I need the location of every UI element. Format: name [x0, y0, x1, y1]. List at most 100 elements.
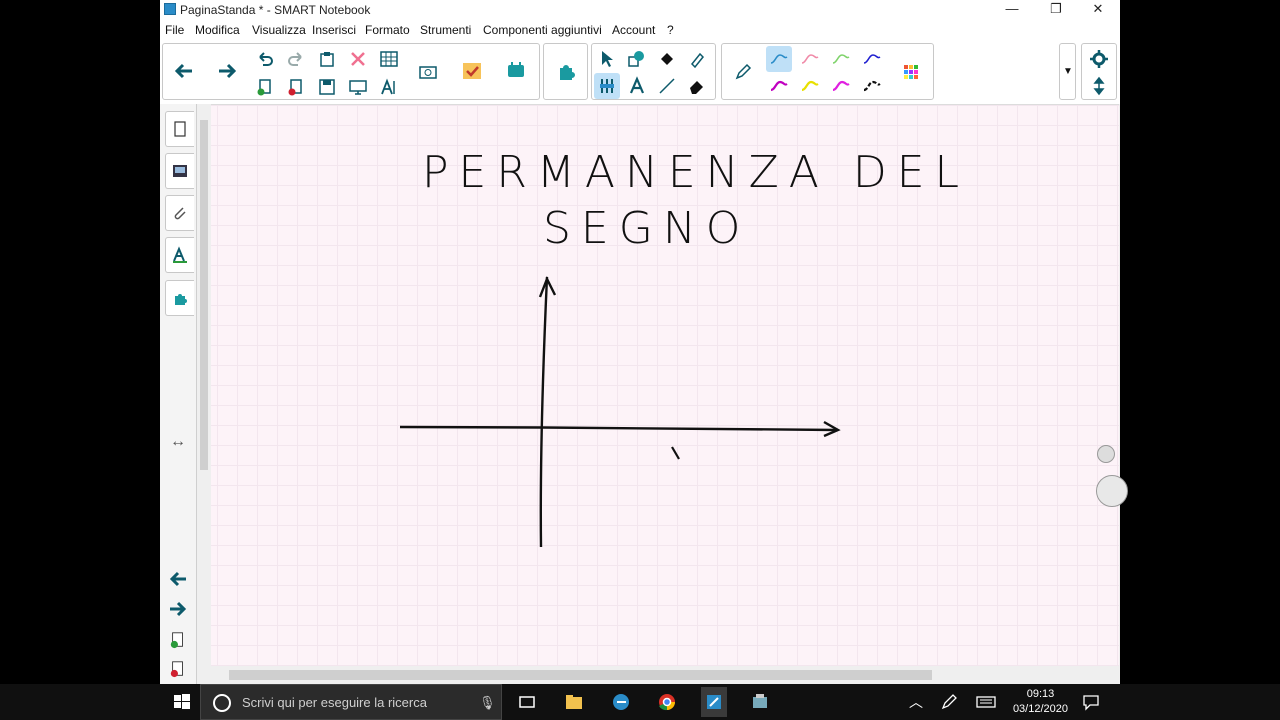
- eraser-pen-icon[interactable]: [684, 46, 710, 72]
- fill-icon[interactable]: [654, 46, 680, 72]
- delete-page-button[interactable]: [166, 657, 190, 681]
- vertical-scroll-thumb[interactable]: [200, 120, 208, 470]
- chrome-icon[interactable]: [655, 690, 679, 714]
- text-tools-icon[interactable]: [376, 74, 402, 100]
- menu-inserisci[interactable]: Inserisci: [312, 23, 356, 37]
- windows-taskbar: Scrivi qui per eseguire la ricerca 🎙 ︿ 0…: [0, 684, 1280, 720]
- toolbar-group-settings: [1081, 43, 1117, 100]
- pen-swatch-2[interactable]: [797, 46, 823, 72]
- previous-page-button[interactable]: [166, 567, 190, 591]
- eraser-icon[interactable]: [684, 73, 710, 99]
- color-palette-icon[interactable]: [898, 59, 924, 85]
- screen-capture-icon[interactable]: [415, 60, 441, 86]
- line-icon[interactable]: [654, 73, 680, 99]
- addons-tab[interactable]: [165, 280, 194, 316]
- pen-icon[interactable]: [594, 73, 620, 99]
- addons-icon[interactable]: [553, 58, 579, 84]
- x-axis: [399, 425, 838, 432]
- add-page-icon: [170, 632, 183, 649]
- chevron-up-icon[interactable]: ︿: [904, 690, 928, 714]
- vertical-scrollbar[interactable]: [197, 104, 211, 666]
- table-icon[interactable]: [376, 46, 402, 72]
- undo-icon[interactable]: [252, 46, 278, 72]
- microphone-icon[interactable]: 🎙: [479, 695, 496, 711]
- arrow-left-icon: [169, 571, 186, 587]
- task-view-icon[interactable]: [515, 690, 539, 714]
- paste-icon[interactable]: [314, 46, 340, 72]
- menu-bar: File Modifica Visualizza Inserisci Forma…: [160, 19, 1120, 41]
- attachments-tab[interactable]: [165, 195, 194, 231]
- pen-swatch-7[interactable]: [828, 73, 854, 99]
- toolbar-group-main: [162, 43, 540, 100]
- properties-icon: [173, 246, 187, 263]
- menu-visualizza[interactable]: Visualizza: [252, 23, 306, 37]
- response-icon[interactable]: [503, 58, 529, 84]
- app-window: PaginaStanda * - SMART Notebook — ❐ ✕ Fi…: [160, 0, 1128, 684]
- forward-arrow-icon[interactable]: [214, 58, 240, 84]
- windows-start-icon[interactable]: [170, 690, 194, 714]
- activity-icon[interactable]: [459, 58, 485, 84]
- resize-panel-icon[interactable]: ↔: [166, 430, 190, 454]
- pen-tool-icon[interactable]: [730, 59, 756, 85]
- menu-strumenti[interactable]: Strumenti: [420, 23, 471, 37]
- properties-tab[interactable]: [165, 237, 194, 273]
- taskbar-search[interactable]: Scrivi qui per eseguire la ricerca 🎙: [200, 684, 502, 720]
- chevron-down-icon: ▼: [1063, 66, 1073, 77]
- pen-workspace-icon[interactable]: [937, 690, 961, 714]
- menu-account[interactable]: Account: [612, 23, 655, 37]
- minimize-button[interactable]: —: [990, 0, 1034, 19]
- whiteboard-canvas[interactable]: PERMANENZA DEL SEGNO: [197, 104, 1128, 667]
- text-icon[interactable]: [624, 73, 650, 99]
- horizontal-scroll-thumb[interactable]: [229, 670, 932, 680]
- tick-mark: [671, 446, 680, 460]
- add-page-button[interactable]: [166, 628, 190, 652]
- file-explorer-icon[interactable]: [562, 690, 586, 714]
- save-icon[interactable]: [314, 74, 340, 100]
- title-bar: PaginaStanda * - SMART Notebook — ❐ ✕: [160, 0, 1120, 19]
- screen-shade-icon[interactable]: [345, 74, 371, 100]
- y-axis: [539, 276, 549, 548]
- arrow-right-icon: [170, 601, 187, 617]
- keyboard-icon[interactable]: [974, 690, 998, 714]
- horizontal-scrollbar[interactable]: [197, 666, 1119, 684]
- delete-icon[interactable]: [345, 46, 371, 72]
- toolbar-move-icon[interactable]: [1086, 73, 1112, 99]
- gear-icon[interactable]: [1086, 46, 1112, 72]
- next-page-button[interactable]: [166, 597, 190, 621]
- menu-componenti-aggiuntivi[interactable]: Componenti aggiuntivi: [483, 23, 602, 37]
- gallery-tab[interactable]: [165, 153, 194, 189]
- select-cursor-icon[interactable]: [1097, 445, 1115, 463]
- toolbar-expand[interactable]: ▼: [1059, 43, 1076, 100]
- pen-swatch-8[interactable]: [859, 73, 885, 99]
- close-button[interactable]: ✕: [1076, 0, 1120, 19]
- page-sorter-tab[interactable]: [165, 111, 194, 147]
- taskbar-clock[interactable]: 09:13 03/12/2020: [1013, 687, 1068, 717]
- delete-page-icon: [170, 661, 183, 678]
- smart-tools-icon[interactable]: [748, 690, 772, 714]
- restore-button[interactable]: ❐: [1034, 0, 1078, 19]
- pen-swatch-3[interactable]: [828, 46, 854, 72]
- edge-browser-icon[interactable]: [609, 690, 633, 714]
- menu-modifica[interactable]: Modifica: [195, 23, 240, 37]
- side-panel: ↔: [160, 104, 197, 684]
- pen-swatch-5[interactable]: [766, 73, 792, 99]
- menu-formato[interactable]: Formato: [365, 23, 410, 37]
- pen-swatch-6[interactable]: [797, 73, 823, 99]
- add-page-icon[interactable]: [252, 74, 278, 100]
- pen-swatch-1[interactable]: [766, 46, 792, 72]
- cortana-icon: [213, 694, 231, 712]
- select-icon[interactable]: [594, 46, 620, 72]
- menu-file[interactable]: File: [165, 23, 184, 37]
- back-arrow-icon[interactable]: [171, 58, 197, 84]
- menu-help[interactable]: ?: [667, 23, 674, 37]
- axes-drawing: [399, 276, 841, 548]
- search-placeholder: Scrivi qui per eseguire la ricerca: [242, 695, 427, 710]
- smart-notebook-taskbar-icon[interactable]: [701, 687, 727, 717]
- clock-time: 09:13: [1026, 688, 1055, 700]
- shapes-icon[interactable]: [624, 46, 650, 72]
- delete-page-icon[interactable]: [283, 74, 309, 100]
- pen-cursor-icon[interactable]: [1096, 475, 1128, 507]
- pen-swatch-4[interactable]: [859, 46, 885, 72]
- redo-icon[interactable]: [283, 46, 309, 72]
- notifications-icon[interactable]: [1079, 690, 1103, 714]
